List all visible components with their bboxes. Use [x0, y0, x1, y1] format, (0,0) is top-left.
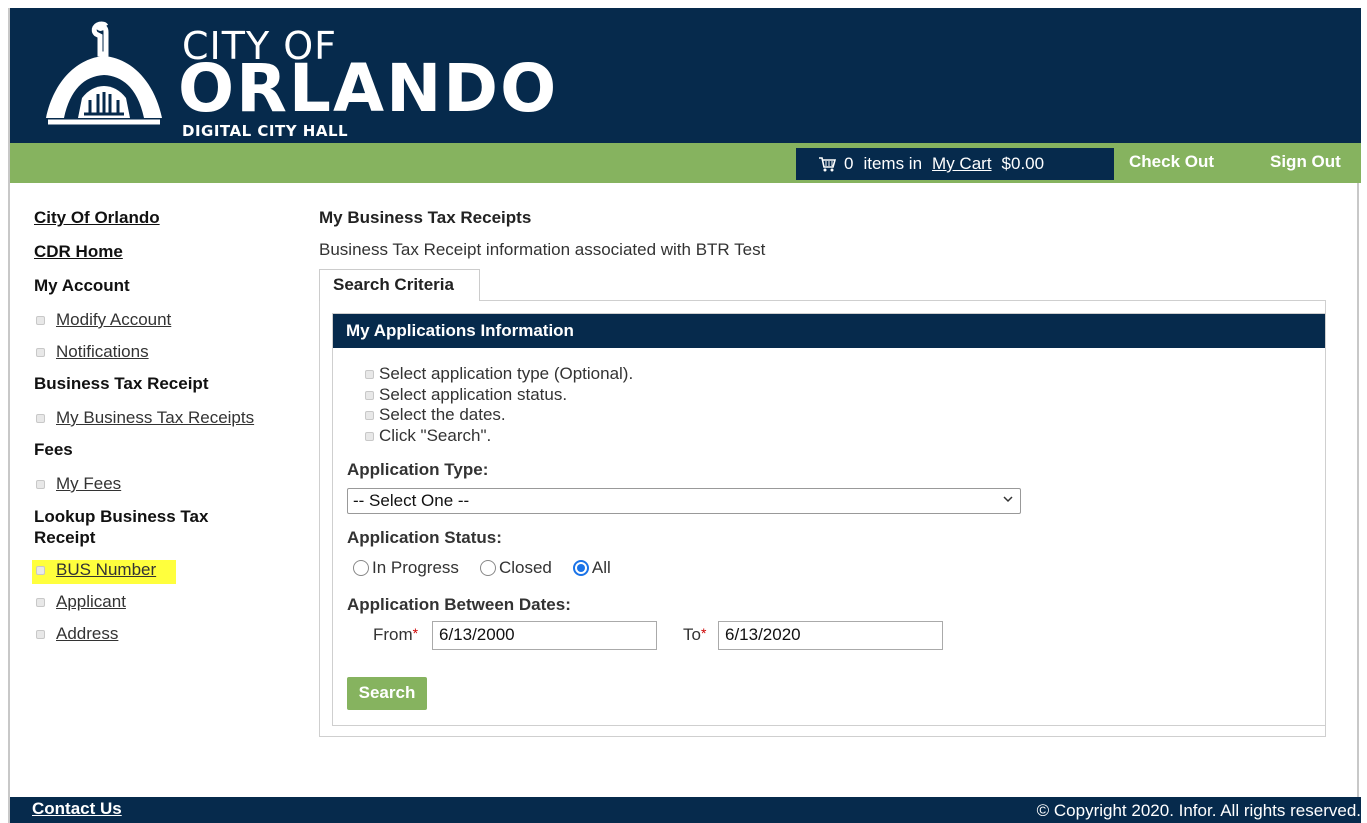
bullet-icon	[36, 598, 45, 607]
list-item: Select application status.	[365, 385, 633, 406]
cart-count: 0	[844, 154, 854, 173]
application-type-label: Application Type:	[347, 460, 489, 479]
step-text: Click "Search".	[379, 425, 492, 445]
logo-orlando: ORLANDO	[178, 50, 559, 127]
radio-in-progress[interactable]	[353, 560, 369, 576]
list-item: Select the dates.	[365, 405, 633, 426]
sidebar-item-address[interactable]: Address	[34, 624, 294, 656]
application-status-label: Application Status:	[347, 528, 502, 547]
sidebar-heading-business-tax-receipt: Business Tax Receipt	[34, 374, 209, 393]
copyright-text: © Copyright 2020. Infor. All rights rese…	[1036, 801, 1361, 820]
highlight-marker: BUS Number	[32, 560, 177, 584]
from-label: From*	[373, 625, 418, 645]
main-content: My Business Tax Receipts Business Tax Re…	[319, 208, 1329, 737]
sidebar-item-my-business-tax-receipts[interactable]: My Business Tax Receipts	[34, 408, 294, 440]
sidebar-item-my-fees[interactable]: My Fees	[34, 474, 294, 506]
panel-title: My Applications Information	[333, 314, 1325, 348]
radio-label-all: All	[591, 558, 611, 577]
search-panel: My Applications Information Select appli…	[319, 300, 1326, 737]
applications-info-box: My Applications Information Select appli…	[332, 313, 1326, 726]
status-radio-group: In Progress Closed All	[353, 558, 632, 578]
instruction-list: Select application type (Optional). Sele…	[365, 364, 633, 446]
bullet-icon	[36, 566, 45, 575]
sidebar-item-label[interactable]: Modify Account	[56, 310, 171, 330]
page-frame: CITY OF ORLANDO DIGITAL CITY HALL 0 item…	[8, 8, 1361, 823]
required-marker: *	[412, 625, 419, 641]
city-logo[interactable]: CITY OF ORLANDO DIGITAL CITY HALL	[40, 16, 556, 141]
to-label: To*	[683, 625, 706, 645]
sidebar-item-applicant[interactable]: Applicant	[34, 592, 294, 624]
cart-summary: 0 items in My Cart $0.00	[796, 148, 1114, 180]
sidebar-item-label[interactable]: BUS Number	[56, 560, 156, 580]
search-button[interactable]: Search	[347, 677, 427, 710]
list-item: Select application type (Optional).	[365, 364, 633, 385]
top-nav-bar: 0 items in My Cart $0.00 Check Out Sign …	[10, 143, 1361, 183]
bullet-icon	[36, 414, 45, 423]
application-type-select[interactable]: -- Select One --	[347, 488, 1021, 514]
sidebar-item-label[interactable]: Notifications	[56, 342, 149, 362]
radio-all[interactable]	[572, 560, 589, 576]
bullet-icon	[36, 316, 45, 325]
sidebar-heading-lookup-btr: Lookup Business Tax Receipt	[34, 507, 209, 547]
sidebar-item-notifications[interactable]: Notifications	[34, 342, 294, 374]
tab-search-criteria[interactable]: Search Criteria	[319, 269, 480, 301]
bullet-icon	[365, 390, 374, 400]
page-description: Business Tax Receipt information associa…	[319, 240, 766, 259]
sidebar-item-modify-account[interactable]: Modify Account	[34, 310, 294, 342]
radio-closed[interactable]	[479, 560, 496, 576]
bullet-icon	[36, 630, 45, 639]
sidebar-item-label[interactable]: Address	[56, 624, 118, 644]
page-title: My Business Tax Receipts	[319, 208, 532, 227]
cart-items-in-label: items in	[863, 154, 923, 173]
site-footer: Contact Us © Copyright 2020. Infor. All …	[10, 797, 1361, 823]
check-out-link[interactable]: Check Out	[1129, 152, 1214, 172]
required-marker: *	[700, 625, 707, 641]
radio-label-closed: Closed	[498, 558, 552, 577]
from-date-field[interactable]: 6/13/2000	[432, 621, 657, 650]
logo-digital-city-hall: DIGITAL CITY HALL	[182, 122, 349, 140]
site-header: CITY OF ORLANDO DIGITAL CITY HALL	[10, 8, 1361, 143]
city-hall-dome-icon	[46, 21, 162, 125]
dates-label: Application Between Dates:	[347, 595, 571, 614]
sidebar-item-label[interactable]: Applicant	[56, 592, 126, 612]
shopping-cart-icon[interactable]	[818, 156, 836, 172]
bullet-icon	[36, 348, 45, 357]
list-item: Click "Search".	[365, 426, 633, 447]
step-text: Select application status.	[379, 384, 568, 404]
sidebar-nav: City Of Orlando CDR Home My Account Modi…	[32, 208, 294, 656]
sidebar-item-label[interactable]: My Fees	[56, 474, 121, 494]
contact-us-link[interactable]: Contact Us	[32, 799, 122, 819]
sidebar-item-cdr-home[interactable]: CDR Home	[34, 242, 294, 276]
bullet-icon	[36, 480, 45, 489]
chevron-down-icon	[1003, 496, 1013, 503]
sidebar-item-city-of-orlando[interactable]: City Of Orlando	[34, 208, 294, 242]
sidebar-item-bus-number[interactable]: BUS Number	[32, 560, 294, 592]
radio-label-in-progress: In Progress	[372, 558, 459, 577]
sidebar-item-label[interactable]: My Business Tax Receipts	[56, 408, 254, 428]
sign-out-link[interactable]: Sign Out	[1270, 152, 1341, 172]
to-label-text: To	[683, 625, 701, 644]
application-type-value: -- Select One --	[353, 491, 470, 510]
step-text: Select application type (Optional).	[379, 364, 634, 383]
cart-total: $0.00	[1001, 154, 1045, 173]
sidebar-heading-fees: Fees	[34, 440, 73, 459]
from-label-text: From	[373, 625, 413, 644]
bullet-icon	[365, 411, 374, 420]
sidebar-heading-my-account: My Account	[34, 276, 130, 295]
my-cart-link[interactable]: My Cart	[932, 154, 992, 174]
bullet-icon	[365, 431, 374, 441]
step-text: Select the dates.	[379, 405, 506, 424]
to-date-field[interactable]: 6/13/2020	[718, 621, 943, 650]
bullet-icon	[365, 370, 374, 379]
